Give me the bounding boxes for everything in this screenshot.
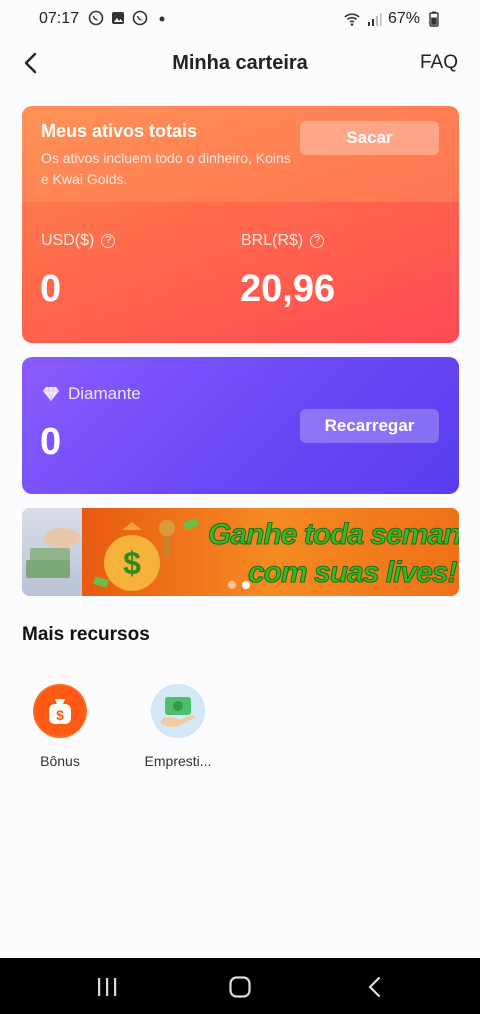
money-hands-image <box>26 528 80 578</box>
whatsapp-icon-2 <box>132 10 148 26</box>
diamond-label-row: Diamante <box>42 384 141 404</box>
cash-hand-icon <box>151 684 205 738</box>
wifi-icon <box>344 13 360 26</box>
recharge-button[interactable]: Recarregar <box>300 409 439 443</box>
usd-label-row: USD($) ? <box>41 232 116 250</box>
brl-label: BRL(R$) <box>241 232 304 249</box>
status-bar: 07:17 67% <box>0 0 480 38</box>
banner-headline: Ganhe toda semana <box>207 518 459 552</box>
system-icons: 67% <box>344 10 442 28</box>
loan-label: Empresti... <box>144 753 212 769</box>
faq-link[interactable]: FAQ <box>420 52 458 74</box>
brl-label-row: BRL(R$) ? <box>241 232 325 250</box>
diamond-value: 0 <box>40 421 62 463</box>
withdraw-button[interactable]: Sacar <box>300 121 439 155</box>
total-assets-card: Meus ativos totais Os ativos incluem tod… <box>22 106 459 343</box>
diamond-label: Diamante <box>68 384 141 403</box>
assets-description: Os ativos incluem todo o dinheiro, Koins… <box>41 150 291 187</box>
carousel-dot-active <box>242 581 250 589</box>
more-features-title: Mais recursos <box>22 624 150 645</box>
signal-icon <box>367 13 382 26</box>
back-nav-icon[interactable] <box>363 976 387 998</box>
system-nav-bar <box>0 958 480 1014</box>
svg-text:$: $ <box>123 545 141 581</box>
home-icon[interactable] <box>228 976 252 998</box>
banner-subheadline: com suas lives! <box>247 556 457 590</box>
gallery-icon <box>112 12 124 24</box>
more-dot-icon <box>159 16 165 22</box>
loan-feature[interactable]: Empresti... <box>133 684 223 769</box>
money-bag-icon: $ <box>33 684 87 738</box>
assets-title: Meus ativos totais <box>41 121 198 141</box>
page-title: Minha carteira <box>172 52 308 74</box>
usd-help-icon[interactable]: ? <box>101 234 116 248</box>
diamond-icon <box>43 386 59 402</box>
carousel-dot <box>228 581 236 589</box>
usd-value: 0 <box>40 268 62 310</box>
svg-text:$: $ <box>56 707 64 723</box>
notification-icons <box>88 10 170 26</box>
recent-apps-icon[interactable] <box>95 976 119 998</box>
diamond-card: Diamante 0 Recarregar <box>22 357 459 494</box>
usd-label: USD($) <box>41 232 95 249</box>
whatsapp-icon <box>88 10 104 26</box>
battery-percent: 67% <box>387 10 420 27</box>
top-bar: Minha carteira FAQ <box>0 40 480 86</box>
brl-help-icon[interactable]: ? <box>310 234 325 248</box>
promo-banner[interactable]: $ Ganhe toda semana com suas lives! <box>22 508 459 596</box>
carousel-indicator <box>228 581 250 589</box>
bonus-label: Bônus <box>40 753 80 769</box>
brl-value: 20,96 <box>240 268 336 310</box>
bonus-feature[interactable]: $ Bônus <box>15 684 105 769</box>
banner-photo <box>22 508 82 596</box>
status-time: 07:17 <box>39 10 80 27</box>
battery-icon <box>429 11 439 27</box>
money-bag-icon: $ <box>93 517 199 591</box>
